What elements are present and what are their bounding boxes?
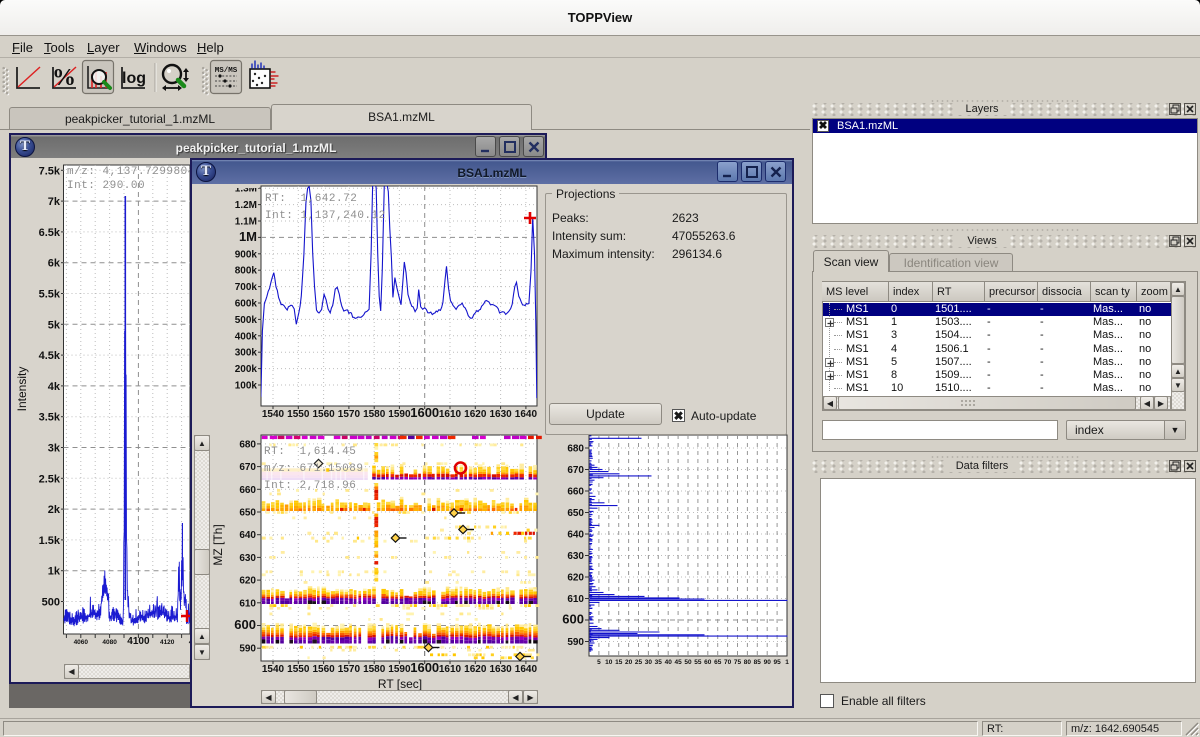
svg-text:660: 660 xyxy=(239,485,256,496)
svg-text:85: 85 xyxy=(754,659,762,666)
svg-text:1620: 1620 xyxy=(464,409,487,420)
svg-text:95: 95 xyxy=(773,659,781,666)
svg-text:1580: 1580 xyxy=(363,409,386,420)
svg-text:1610: 1610 xyxy=(439,409,462,420)
svg-text:10: 10 xyxy=(605,659,613,666)
svg-text:1560: 1560 xyxy=(312,664,335,675)
svg-text:1630: 1630 xyxy=(489,664,512,675)
svg-text:670: 670 xyxy=(239,462,256,473)
svg-text:1620: 1620 xyxy=(464,664,487,675)
svg-text:1590: 1590 xyxy=(388,409,411,420)
svg-text:1550: 1550 xyxy=(287,664,310,675)
svg-text:500k: 500k xyxy=(235,315,258,326)
svg-text:600: 600 xyxy=(234,617,256,632)
svg-text:670: 670 xyxy=(567,465,584,476)
svg-text:90: 90 xyxy=(764,659,772,666)
svg-text:1570: 1570 xyxy=(338,664,361,675)
svg-text:100k: 100k xyxy=(235,381,258,392)
svg-text:680: 680 xyxy=(239,439,256,450)
svg-text:800k: 800k xyxy=(235,266,258,277)
svg-text:1.1M: 1.1M xyxy=(235,217,257,228)
svg-text:640: 640 xyxy=(239,530,256,541)
svg-text:300k: 300k xyxy=(235,348,258,359)
svg-text:590: 590 xyxy=(567,637,584,648)
svg-text:1550: 1550 xyxy=(287,409,310,420)
svg-text:20: 20 xyxy=(625,659,633,666)
svg-text:55: 55 xyxy=(694,659,702,666)
svg-text:25: 25 xyxy=(635,659,643,666)
svg-text:590: 590 xyxy=(239,644,256,655)
svg-text:1.2M: 1.2M xyxy=(235,200,257,211)
svg-text:900k: 900k xyxy=(235,249,258,260)
svg-text:650: 650 xyxy=(239,508,256,519)
svg-text:65: 65 xyxy=(714,659,722,666)
svg-text:620: 620 xyxy=(567,573,584,584)
svg-text:630: 630 xyxy=(567,551,584,562)
svg-text:1590: 1590 xyxy=(388,664,411,675)
svg-text:1: 1 xyxy=(785,659,789,666)
svg-text:650: 650 xyxy=(567,508,584,519)
svg-text:610: 610 xyxy=(567,594,584,605)
svg-text:660: 660 xyxy=(567,487,584,498)
svg-text:60: 60 xyxy=(704,659,712,666)
svg-text:610: 610 xyxy=(239,598,256,609)
svg-text:1560: 1560 xyxy=(312,409,335,420)
svg-text:1570: 1570 xyxy=(338,409,361,420)
svg-text:1640: 1640 xyxy=(515,409,538,420)
svg-text:45: 45 xyxy=(674,659,682,666)
svg-text:630: 630 xyxy=(239,553,256,564)
svg-text:80: 80 xyxy=(744,659,752,666)
svg-text:400k: 400k xyxy=(235,331,258,342)
svg-text:680: 680 xyxy=(567,444,584,455)
svg-text:1630: 1630 xyxy=(489,409,512,420)
svg-text:1580: 1580 xyxy=(363,664,386,675)
svg-text:15: 15 xyxy=(615,659,623,666)
svg-text:620: 620 xyxy=(239,576,256,587)
svg-text:700k: 700k xyxy=(235,282,258,293)
svg-text:640: 640 xyxy=(567,530,584,541)
svg-text:75: 75 xyxy=(734,659,742,666)
svg-text:70: 70 xyxy=(724,659,732,666)
svg-text:1540: 1540 xyxy=(262,409,285,420)
svg-text:30: 30 xyxy=(645,659,653,666)
svg-text:1M: 1M xyxy=(239,229,257,244)
svg-text:200k: 200k xyxy=(235,364,258,375)
svg-text:1540: 1540 xyxy=(262,664,285,675)
svg-text:50: 50 xyxy=(684,659,692,666)
svg-text:40: 40 xyxy=(665,659,673,666)
svg-text:600: 600 xyxy=(562,612,584,627)
svg-text:5: 5 xyxy=(597,659,601,666)
svg-text:600k: 600k xyxy=(235,299,258,310)
svg-text:35: 35 xyxy=(655,659,663,666)
svg-text:1640: 1640 xyxy=(515,664,538,675)
svg-text:1610: 1610 xyxy=(439,664,462,675)
